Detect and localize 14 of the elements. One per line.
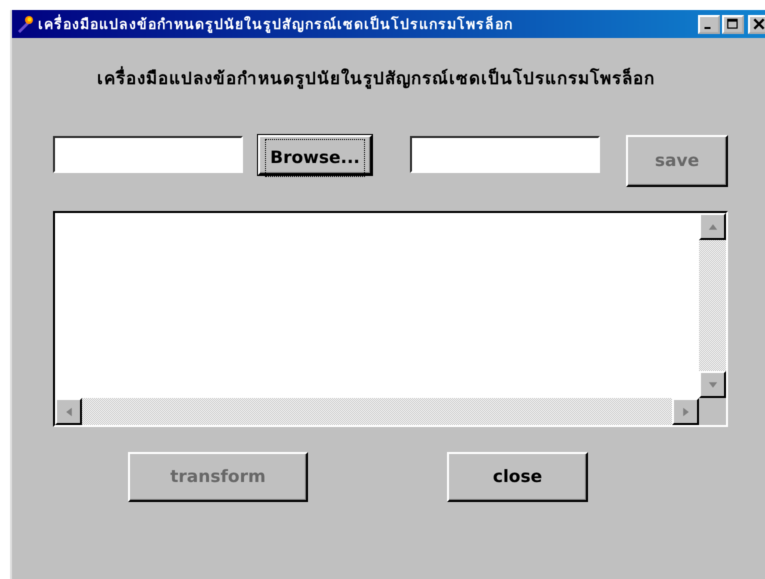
window-title: เครื่องมือแปลงข้อกำหนดรูปนัยในรูปสัญกรณ์เซดเป็นโปรแกรมโพรล็อก	[38, 13, 513, 35]
close-icon	[752, 18, 765, 30]
path-field[interactable]	[410, 136, 600, 173]
maximize-icon	[726, 18, 740, 30]
scrollbar-corner	[699, 398, 726, 425]
path-field[interactable]	[53, 136, 243, 173]
minimize-icon	[704, 27, 711, 29]
close-button[interactable]	[748, 14, 765, 34]
minimize-button[interactable]	[698, 14, 720, 34]
maximize-button[interactable]	[722, 14, 744, 34]
browse-button[interactable]: Browse...	[258, 135, 372, 175]
heading: เครื่องมือแปลงข้อกำหนดรูปนัยในรูปสัญกรณ์เซดเป็นโปรแกรมโพรล็อก	[12, 64, 740, 91]
torch-icon	[16, 15, 34, 33]
close-dialog-button[interactable]: close	[447, 452, 588, 502]
